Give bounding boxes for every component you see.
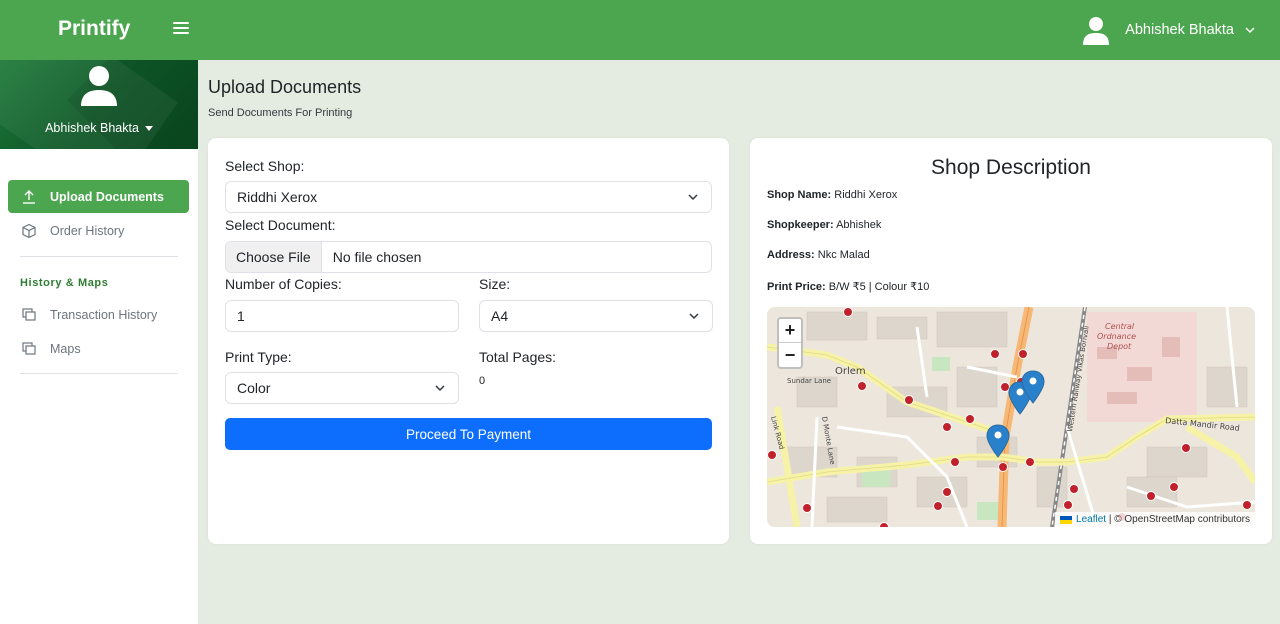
shop-description-title: Shop Description — [931, 156, 1091, 179]
sidebar-item-upload-documents[interactable]: Upload Documents — [8, 180, 189, 213]
brand-logo[interactable]: Printify — [58, 17, 130, 41]
user-menu[interactable]: Abhishek Bhakta — [1081, 14, 1256, 46]
zoom-control: + − — [777, 317, 803, 369]
size-select[interactable]: A4 — [479, 300, 713, 332]
print-price-label: Print Price: — [767, 281, 826, 293]
leaflet-link[interactable]: Leaflet — [1076, 514, 1106, 525]
chevron-down-icon — [689, 313, 699, 320]
chevron-down-icon — [688, 194, 698, 201]
print-price-value: B/W ₹5 | Colour ₹10 — [828, 281, 930, 293]
profile-name: Abhishek Bhakta — [45, 121, 139, 135]
map-attribution: Leaflet | © OpenStreetMap contributors — [1055, 512, 1255, 527]
shop-name-row: Shop Name: Riddhi Xerox — [767, 189, 897, 201]
total-pages-value: 0 — [479, 375, 486, 387]
size-select-value: A4 — [491, 308, 509, 324]
user-avatar-icon — [1083, 17, 1110, 45]
upload-icon — [23, 189, 35, 204]
page-title: Upload Documents — [208, 77, 362, 97]
sidebar-profile: Abhishek Bhakta — [0, 60, 198, 149]
sidebar-item-label: Maps — [50, 341, 81, 356]
map-label-sundar-lane: Sundar Lane — [787, 377, 831, 385]
upload-form-card: Select Shop: Riddhi Xerox Select Documen… — [208, 138, 729, 544]
user-name: Abhishek Bhakta — [1125, 22, 1234, 38]
total-pages-label: Total Pages: — [479, 349, 557, 365]
map-label-ordnance: Ordnance — [1097, 332, 1136, 341]
map-label-depot: Depot — [1107, 342, 1132, 351]
zoom-out-button[interactable]: − — [779, 343, 801, 367]
print-price-row: Print Price: B/W ₹5 | Colour ₹10 — [767, 280, 929, 293]
sidebar-item-order-history[interactable]: Order History — [8, 214, 189, 247]
copy-icon — [22, 341, 36, 355]
copies-value: 1 — [237, 308, 245, 324]
sidebar-item-label: Order History — [50, 223, 125, 238]
shopkeeper-row: Shopkeeper: Abhishek — [767, 219, 881, 231]
ukraine-flag-icon — [1060, 515, 1073, 524]
shopkeeper-label: Shopkeeper: — [767, 219, 834, 231]
sidebar-item-label: Upload Documents — [50, 189, 164, 204]
brand-area: Printify — [0, 0, 198, 60]
attribution-text: | © OpenStreetMap contributors — [1108, 514, 1250, 525]
file-status: No file chosen — [332, 249, 422, 265]
address-row: Address: Nkc Malad — [767, 249, 870, 261]
sidebar-divider — [20, 373, 178, 374]
document-file-input[interactable]: Choose File No file chosen — [225, 241, 712, 273]
copies-label: Number of Copies: — [225, 276, 342, 292]
caret-down-icon — [144, 126, 153, 132]
box-icon — [22, 223, 36, 238]
copies-input[interactable]: 1 — [225, 300, 459, 332]
shop-map[interactable]: Orlem Sundar Lane Central Ordnance Depot… — [767, 307, 1255, 527]
sidebar-item-label: Transaction History — [50, 307, 158, 322]
shopkeeper-value: Abhishek — [836, 219, 882, 231]
map-label-central: Central — [1105, 322, 1135, 331]
print-type-label: Print Type: — [225, 349, 292, 365]
print-type-value: Color — [237, 380, 271, 396]
sidebar: Abhishek Bhakta Upload Documents Order H… — [0, 60, 198, 624]
print-type-select[interactable]: Color — [225, 372, 459, 404]
chevron-down-icon — [435, 385, 445, 392]
choose-file-button[interactable]: Choose File — [226, 242, 322, 272]
address-label: Address: — [767, 249, 815, 261]
top-bar: Printify Abhishek Bhakta — [0, 0, 1280, 60]
sidebar-section-heading: History & Maps — [20, 277, 109, 289]
size-label: Size: — [479, 276, 511, 292]
shop-description-card: Shop Description Shop Name: Riddhi Xerox… — [750, 138, 1272, 544]
shop-name-value: Riddhi Xerox — [834, 189, 898, 201]
shop-name-label: Shop Name: — [767, 189, 832, 201]
copy-icon — [22, 307, 36, 321]
zoom-in-button[interactable]: + — [779, 319, 801, 343]
profile-name-dropdown[interactable]: Abhishek Bhakta — [0, 121, 198, 135]
shop-label: Select Shop: — [225, 158, 305, 174]
menu-toggle-icon[interactable] — [173, 22, 189, 36]
document-label: Select Document: — [225, 217, 336, 233]
proceed-to-payment-button[interactable]: Proceed To Payment — [225, 418, 712, 450]
page-subtitle: Send Documents For Printing — [208, 107, 353, 119]
shop-select-value: Riddhi Xerox — [237, 189, 318, 205]
address-value: Nkc Malad — [817, 249, 870, 261]
sidebar-divider — [20, 256, 178, 257]
map-tiles[interactable]: Orlem Sundar Lane Central Ordnance Depot… — [767, 307, 1255, 527]
profile-avatar-icon — [81, 66, 117, 106]
sidebar-item-transaction-history[interactable]: Transaction History — [8, 298, 189, 331]
chevron-down-icon — [1245, 27, 1255, 34]
shop-select[interactable]: Riddhi Xerox — [225, 181, 712, 213]
sidebar-item-maps[interactable]: Maps — [8, 332, 189, 365]
map-label-orlem: Orlem — [835, 366, 866, 377]
